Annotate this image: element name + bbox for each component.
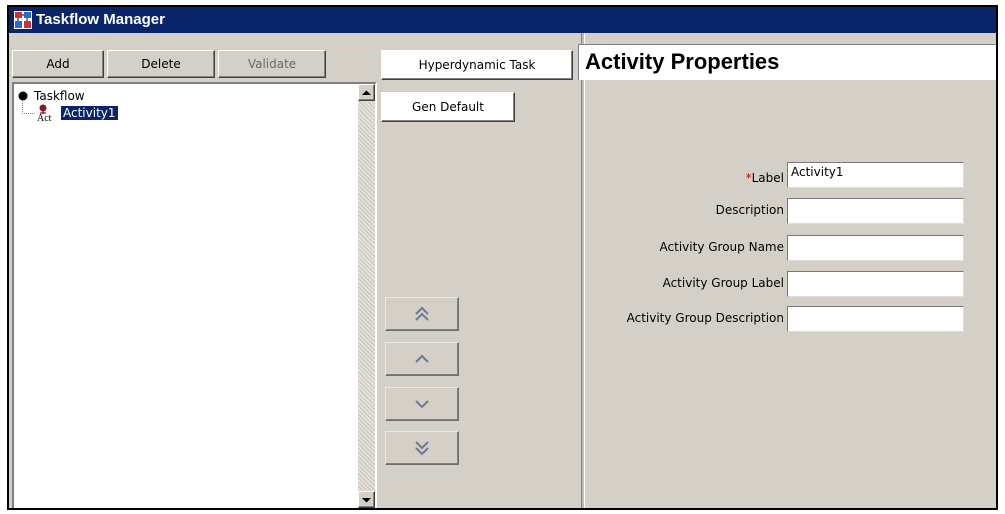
taskflow-tree[interactable]: Taskflow Act Activity1 (12, 82, 377, 508)
label-field-label: *Label (584, 167, 784, 187)
tree-root-label: Taskflow (34, 89, 85, 103)
move-top-button[interactable] (385, 297, 459, 331)
tree-scrollbar[interactable] (358, 84, 375, 508)
panel-divider[interactable] (581, 33, 585, 508)
activity-group-name-field-label: Activity Group Name (584, 238, 784, 258)
activity-icon-text: Act (37, 113, 52, 122)
field-label-text: Activity Group Description (626, 311, 784, 325)
field-label-text: Activity Group Label (662, 276, 784, 290)
window-title: Taskflow Manager (36, 11, 165, 28)
move-up-button[interactable] (385, 342, 459, 376)
field-label-text: Label (751, 171, 784, 185)
chevron-up-icon (415, 354, 429, 363)
delete-button[interactable]: Delete (107, 50, 215, 78)
activity-group-label-field-label: Activity Group Label (584, 274, 784, 294)
description-field-label: Description (584, 201, 784, 221)
hyperdynamic-task-button[interactable]: Hyperdynamic Task (381, 50, 573, 80)
root-node-icon (18, 91, 28, 101)
taskflow-app-icon (14, 11, 32, 29)
scroll-down-arrow-icon (362, 497, 371, 502)
field-label-text: Description (715, 203, 784, 217)
properties-header: Activity Properties (578, 44, 996, 80)
scroll-up-button[interactable] (358, 84, 375, 101)
tree-item-label: Activity1 (61, 106, 118, 120)
move-bottom-button[interactable] (385, 431, 459, 465)
title-bar: Taskflow Manager (9, 7, 996, 33)
tree-item-activity1[interactable]: Act Activity1 (36, 104, 118, 122)
add-button[interactable]: Add (12, 50, 104, 78)
validate-button[interactable]: Validate (218, 50, 326, 78)
gen-default-button[interactable]: Gen Default (381, 92, 515, 122)
description-input[interactable] (787, 198, 964, 224)
activity-group-label-input[interactable] (787, 271, 964, 297)
chevron-down-icon (415, 400, 429, 409)
activity-group-description-input[interactable] (787, 306, 964, 332)
properties-title: Activity Properties (585, 49, 780, 74)
label-input[interactable]: Activity1 (787, 162, 964, 188)
activity-group-name-input[interactable] (787, 235, 964, 261)
activity-node-icon: Act (37, 104, 52, 122)
scroll-down-button[interactable] (358, 491, 375, 508)
double-chevron-down-icon (415, 441, 429, 456)
move-down-button[interactable] (385, 387, 459, 421)
field-label-text: Activity Group Name (659, 240, 784, 254)
scroll-up-arrow-icon (362, 90, 371, 95)
activity-group-description-field-label: Activity Group Description (584, 309, 784, 329)
taskflow-manager-window: Taskflow Manager Add Delete Validate Tas… (7, 5, 998, 510)
double-chevron-up-icon (415, 306, 429, 321)
